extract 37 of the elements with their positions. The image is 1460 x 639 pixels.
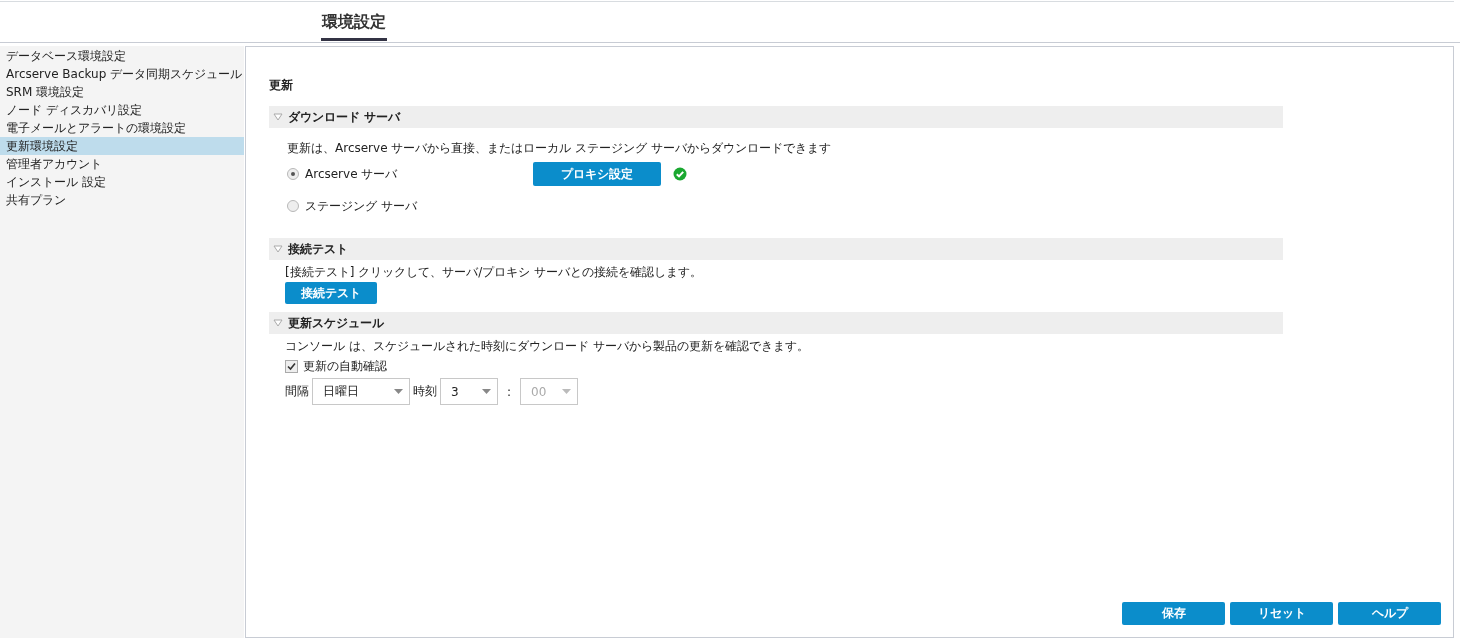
footer-button[interactable]: リセット: [1230, 602, 1333, 625]
sidebar-item[interactable]: ノード ディスカバリ設定: [0, 101, 244, 119]
checkbox[interactable]: [285, 359, 298, 373]
page-title: 環境設定: [321, 12, 387, 41]
caret-icon: [482, 389, 491, 394]
radio-label: Arcserve サーバ: [305, 165, 399, 183]
radio-button[interactable]: [287, 168, 299, 180]
proxy-settings-button[interactable]: プロキシ設定: [533, 162, 661, 186]
sidebar-item[interactable]: 電子メールとアラートの環境設定: [0, 119, 244, 137]
checkmark-icon: [287, 361, 296, 371]
sidebar-item[interactable]: 共有プラン: [0, 191, 244, 209]
caret-icon: [394, 389, 403, 394]
section-header[interactable]: ダウンロード サーバ: [269, 106, 1283, 128]
sidebar-item[interactable]: SRM 環境設定: [0, 83, 244, 101]
connection-test-button[interactable]: 接続テスト: [285, 282, 377, 304]
description-text: 更新は、Arcserve サーバから直接、またはローカル ステージング サーバからダウンロードできます: [287, 140, 832, 157]
checkbox-label: 更新の自動確認: [303, 357, 387, 375]
section-title: 更新: [269, 77, 294, 94]
description-text: [接続テスト] クリックして、サーバ/プロキシ サーバとの接続を確認します。: [285, 264, 704, 280]
time-separator: :: [506, 384, 513, 399]
footer-button[interactable]: ヘルプ: [1338, 602, 1441, 625]
sidebar-item[interactable]: データベース環境設定: [0, 47, 244, 65]
description-text: コンソール は、スケジュールされた時刻にダウンロード サーバから製品の更新を確認できます。: [285, 338, 810, 355]
hour-dropdown[interactable]: 3: [440, 378, 498, 405]
radio-button[interactable]: [287, 200, 299, 212]
section-header[interactable]: 接続テスト: [269, 238, 1283, 260]
footer-button[interactable]: 保存: [1122, 602, 1225, 625]
section-header[interactable]: 更新スケジュール: [269, 312, 1283, 334]
field-label: 時刻: [413, 383, 437, 400]
interval-dropdown[interactable]: 日曜日: [312, 378, 410, 405]
radio-label: ステージング サーバ: [305, 197, 418, 215]
sidebar-item[interactable]: 更新環境設定: [0, 137, 244, 155]
sidebar-item[interactable]: Arcserve Backup データ同期スケジュール: [0, 65, 244, 83]
field-label: 間隔: [285, 383, 309, 400]
sidebar-item[interactable]: インストール 設定: [0, 173, 244, 191]
caret-icon: [562, 389, 572, 394]
sidebar-item[interactable]: 管理者アカウント: [0, 155, 244, 173]
